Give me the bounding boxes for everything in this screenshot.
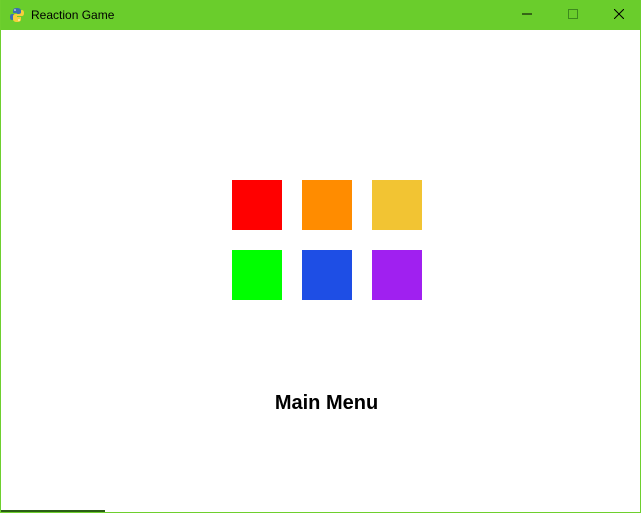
tile-blue[interactable] bbox=[302, 250, 352, 300]
taskbar-strip bbox=[1, 510, 105, 512]
python-snake-icon bbox=[9, 7, 25, 23]
maximize-icon bbox=[568, 6, 578, 24]
title-bar[interactable]: Reaction Game bbox=[1, 0, 640, 30]
tile-orange[interactable] bbox=[302, 180, 352, 230]
tile-yellow[interactable] bbox=[372, 180, 422, 230]
close-icon bbox=[613, 6, 625, 24]
maximize-button[interactable] bbox=[550, 0, 596, 30]
window-title: Reaction Game bbox=[31, 8, 115, 22]
game-window: Reaction Game Main Menu bbox=[0, 0, 641, 513]
main-menu-label[interactable]: Main Menu bbox=[1, 392, 640, 415]
close-button[interactable] bbox=[596, 0, 640, 30]
tile-red[interactable] bbox=[232, 180, 282, 230]
minimize-icon bbox=[522, 6, 532, 24]
game-canvas[interactable]: Main Menu bbox=[1, 30, 640, 512]
tile-green[interactable] bbox=[232, 250, 282, 300]
tile-purple[interactable] bbox=[372, 250, 422, 300]
minimize-button[interactable] bbox=[504, 0, 550, 30]
